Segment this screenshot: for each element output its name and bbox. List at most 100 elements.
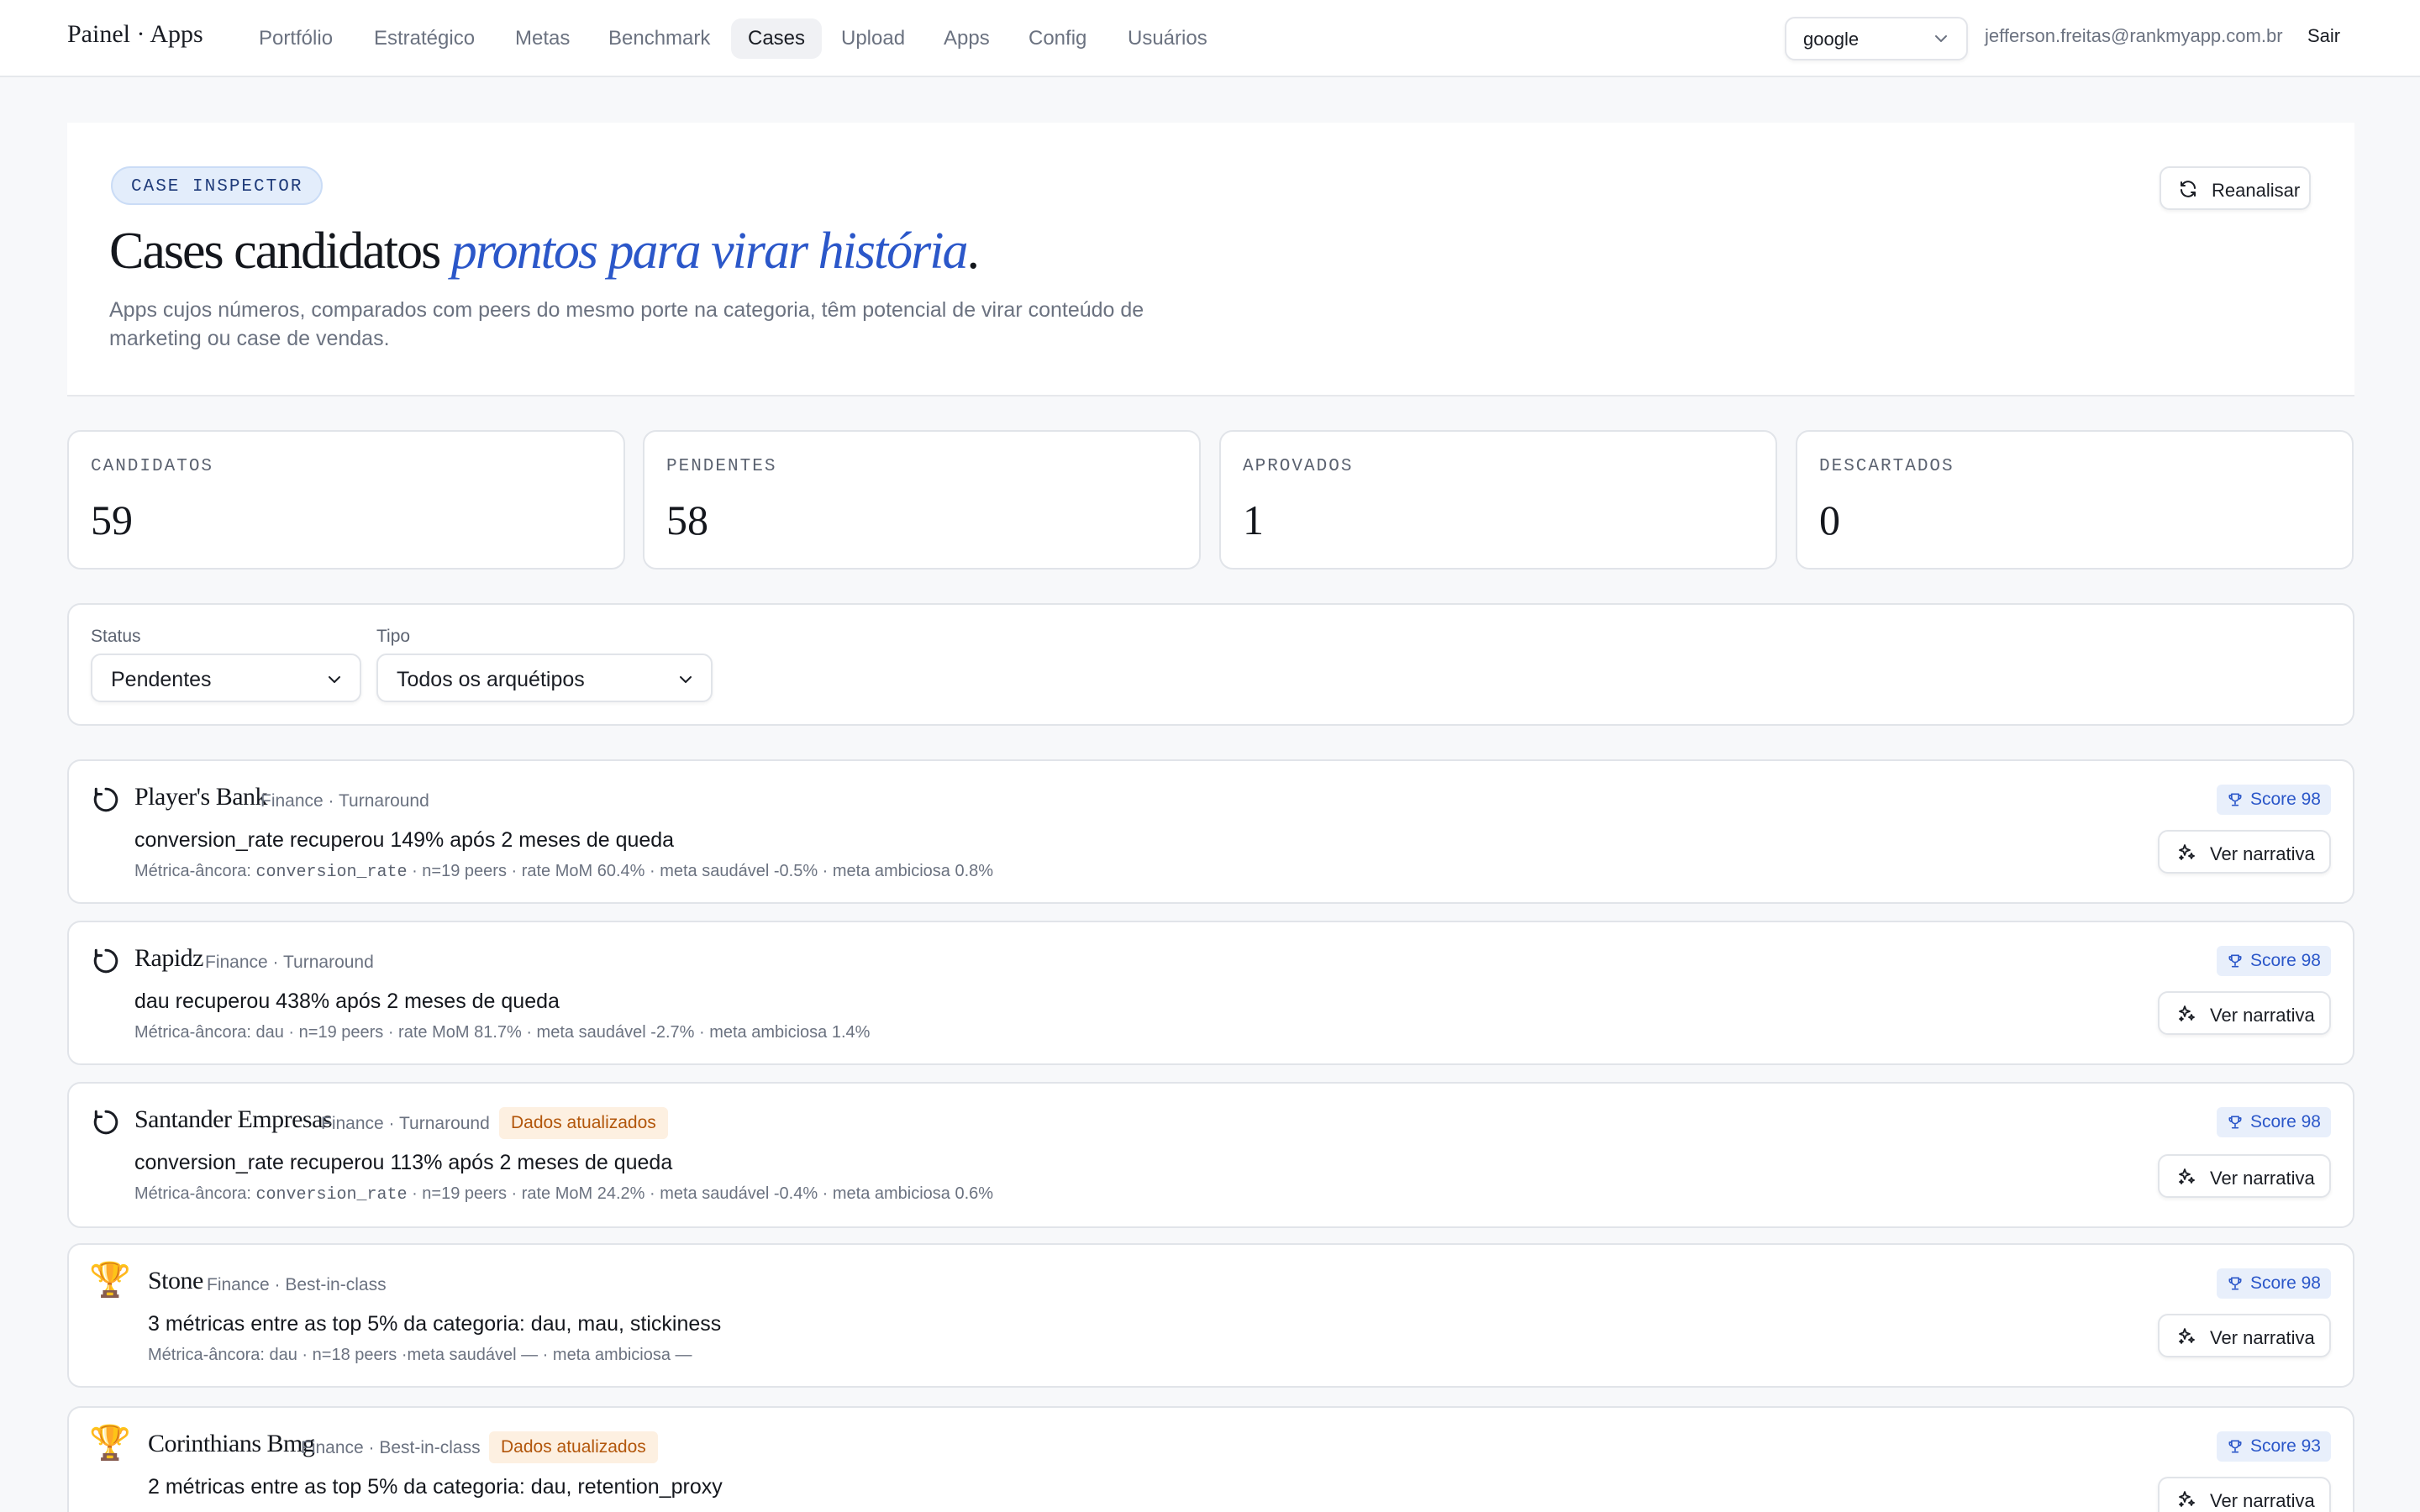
trophy-icon: 🏆 [89, 1425, 131, 1462]
logout-link[interactable]: Sair [2307, 25, 2340, 47]
sparkles-icon [2179, 1005, 2195, 1021]
stat-card-aprovados: APROVADOS 1 [1219, 430, 1777, 570]
case-detail-rest: · n=19 peers · rate MoM 60.4% · meta sau… [407, 862, 994, 880]
chevron-down-icon [329, 676, 340, 683]
case-meta: Finance · Best-in-class [301, 1438, 481, 1457]
stat-label: APROVADOS [1243, 457, 1354, 476]
stat-label: DESCARTADOS [1819, 457, 1954, 476]
filters-panel: Status Pendentes Tipo Todos os arquétipo… [67, 603, 2354, 726]
case-meta: Finance · Turnaround [260, 791, 429, 811]
page-title-main: Cases candidatos [109, 223, 441, 280]
org-select[interactable]: google [1785, 17, 1968, 60]
stat-value: 58 [666, 496, 708, 543]
case-card[interactable]: 🏆 Corinthians Bmg Finance · Best-in-clas… [67, 1406, 2354, 1512]
hero-section: CASE INSPECTOR Cases candidatos prontos … [67, 123, 2354, 396]
reanalyze-label: Reanalisar [2212, 180, 2301, 201]
status-filter-label: Status [91, 627, 141, 646]
case-meta: Finance · Turnaround [205, 953, 374, 972]
case-detail-prefix: Métrica-âncora: [134, 1184, 256, 1203]
case-card[interactable]: Player's Bank Finance · Turnaround conve… [67, 759, 2354, 904]
stat-label: CANDIDATOS [91, 457, 214, 476]
case-detail: Métrica-âncora: dau · n=18 peers ·meta s… [148, 1346, 692, 1366]
case-app-name: Corinthians Bmg [148, 1430, 315, 1457]
trophy-small-icon [2228, 954, 2242, 968]
stat-card-candidatos: CANDIDATOS 59 [67, 430, 625, 570]
stat-value: 59 [91, 496, 133, 543]
nav-metas[interactable]: Metas [498, 18, 587, 59]
top-nav-bar: Painel · Apps Portfólio Estratégico Meta… [0, 0, 2420, 77]
case-headline: 3 métricas entre as top 5% da categoria:… [148, 1312, 722, 1336]
user-email: jefferson.freitas@rankmyapp.com.br [1985, 25, 2283, 46]
nav-upload[interactable]: Upload [824, 18, 922, 59]
nav-usuarios[interactable]: Usuários [1111, 18, 1224, 59]
chevron-down-icon [1935, 35, 1947, 42]
score-badge: Score 98 [2216, 785, 2331, 815]
case-detail: Métrica-âncora: conversion_rate · n=19 p… [134, 1184, 993, 1205]
view-narrative-label: Ver narrativa [2210, 1168, 2315, 1189]
case-meta: Finance · Turnaround [321, 1114, 490, 1133]
stat-card-pendentes: PENDENTES 58 [643, 430, 1201, 570]
type-filter-select[interactable]: Todos os arquétipos [376, 654, 713, 702]
case-app-name: Stone [148, 1267, 203, 1294]
stat-value: 1 [1243, 496, 1264, 543]
trophy-small-icon [2228, 1116, 2242, 1129]
case-app-name: Player's Bank [134, 783, 268, 811]
view-narrative-button[interactable]: Ver narrativa [2158, 1154, 2331, 1198]
sparkles-icon [2179, 844, 2195, 860]
case-meta: Finance · Best-in-class [207, 1275, 387, 1294]
case-detail-rest: · n=19 peers · rate MoM 24.2% · meta sau… [407, 1184, 994, 1203]
case-card[interactable]: 🏆 Stone Finance · Best-in-class 3 métric… [67, 1243, 2354, 1388]
case-card[interactable]: Rapidz Finance · Turnaround dau recupero… [67, 921, 2354, 1065]
score-badge: Score 98 [2216, 1107, 2331, 1137]
view-narrative-label: Ver narrativa [2210, 843, 2315, 864]
score-value: Score 98 [2249, 951, 2321, 970]
chevron-down-icon [680, 676, 692, 683]
data-updated-badge: Dados atualizados [499, 1107, 668, 1139]
case-detail-metric: conversion_rate [255, 1185, 408, 1205]
case-app-name: Rapidz [134, 944, 203, 972]
page-title-end: . [966, 223, 980, 280]
page-description: Apps cujos números, comparados com peers… [109, 298, 1144, 350]
case-card[interactable]: Santander Empresas Finance · Turnaround … [67, 1082, 2354, 1228]
brand-logo[interactable]: Painel · Apps [67, 20, 203, 49]
status-filter-select[interactable]: Pendentes [91, 654, 361, 702]
nav-benchmark[interactable]: Benchmark [592, 18, 727, 59]
refresh-icon [2181, 181, 2196, 197]
trophy-small-icon [2228, 1440, 2242, 1453]
case-detail: Métrica-âncora: conversion_rate · n=19 p… [134, 862, 993, 882]
stat-card-descartados: DESCARTADOS 0 [1796, 430, 2354, 570]
type-filter-label: Tipo [376, 627, 411, 646]
case-headline: dau recuperou 438% após 2 meses de queda [134, 990, 560, 1013]
reanalyze-button[interactable]: Reanalisar [2160, 166, 2311, 210]
case-detail-prefix: Métrica-âncora: [134, 862, 256, 880]
nav-estrategico[interactable]: Estratégico [357, 18, 492, 59]
score-value: Score 98 [2249, 1273, 2321, 1293]
case-inspector-badge: CASE INSPECTOR [111, 166, 324, 205]
case-detail: Métrica-âncora: dau · n=19 peers · rate … [134, 1023, 870, 1043]
case-detail-prefix: Métrica-âncora: [148, 1346, 270, 1364]
view-narrative-label: Ver narrativa [2210, 1327, 2315, 1348]
case-headline: 2 métricas entre as top 5% da categoria:… [148, 1475, 723, 1499]
case-headline: conversion_rate recuperou 149% após 2 me… [134, 828, 675, 852]
view-narrative-button[interactable]: Ver narrativa [2158, 991, 2331, 1035]
score-badge: Score 98 [2216, 1268, 2331, 1299]
status-filter-value: Pendentes [111, 668, 212, 691]
score-value: Score 93 [2249, 1436, 2321, 1456]
case-detail-rest: dau · n=19 peers · rate MoM 81.7% · meta… [255, 1023, 871, 1042]
trophy-small-icon [2228, 793, 2242, 806]
sparkles-icon [2179, 1328, 2195, 1344]
turnaround-icon [93, 948, 118, 974]
view-narrative-button[interactable]: Ver narrativa [2158, 830, 2331, 874]
nav-cases[interactable]: Cases [731, 18, 823, 59]
nav-config[interactable]: Config [1012, 18, 1103, 59]
org-select-value: google [1803, 29, 1860, 50]
stat-label: PENDENTES [666, 457, 777, 476]
view-narrative-button[interactable]: Ver narrativa [2158, 1477, 2331, 1512]
score-badge: Score 98 [2216, 946, 2331, 976]
nav-apps[interactable]: Apps [927, 18, 1007, 59]
view-narrative-button[interactable]: Ver narrativa [2158, 1314, 2331, 1357]
trophy-small-icon [2228, 1277, 2242, 1290]
turnaround-icon [93, 1110, 118, 1135]
nav-portfolio[interactable]: Portfólio [242, 18, 350, 59]
data-updated-badge: Dados atualizados [489, 1431, 658, 1463]
